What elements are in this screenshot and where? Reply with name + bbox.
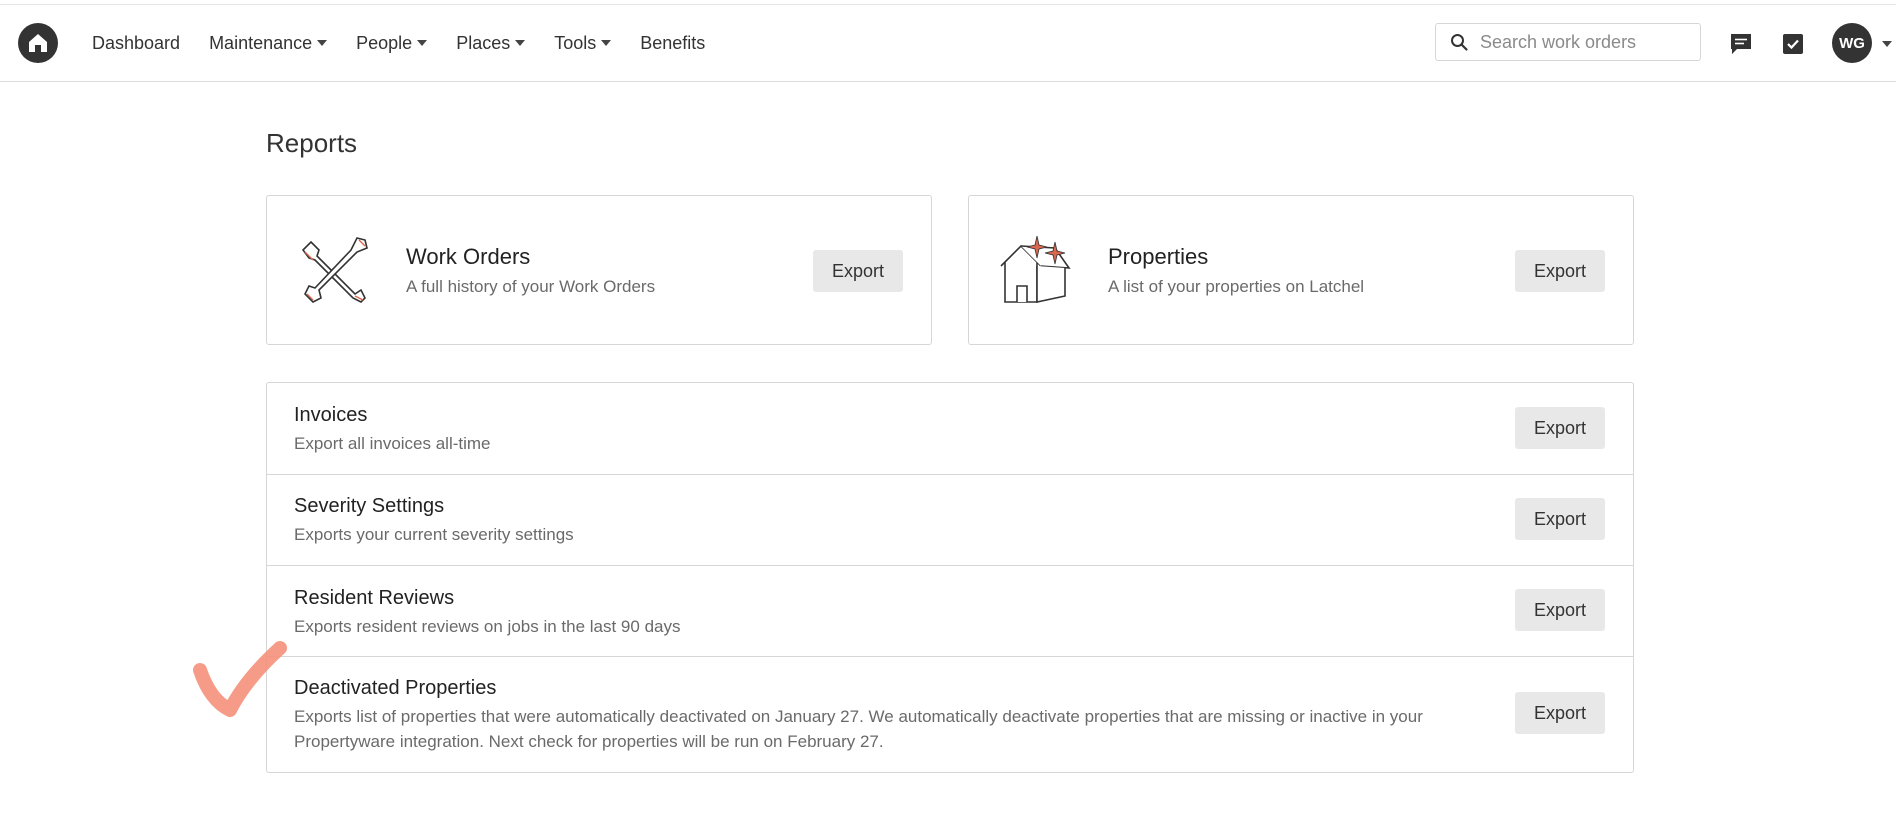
nav-maintenance[interactable]: Maintenance bbox=[209, 32, 328, 54]
nav-maintenance-label: Maintenance bbox=[209, 32, 313, 53]
nav-tools[interactable]: Tools bbox=[554, 32, 612, 54]
list-item-deactivated-properties: Deactivated Properties Exports list of p… bbox=[267, 656, 1633, 772]
chevron-down-icon bbox=[417, 40, 428, 46]
chevron-down-icon bbox=[601, 40, 612, 46]
nav-people[interactable]: People bbox=[356, 32, 428, 54]
card-title: Work Orders bbox=[406, 244, 531, 269]
report-card-work-orders: Work Orders A full history of your Work … bbox=[266, 195, 932, 345]
checkbox-icon[interactable] bbox=[1781, 32, 1805, 56]
tools-icon bbox=[301, 237, 368, 303]
reports-list: Invoices Export all invoices all-time Ex… bbox=[266, 382, 1634, 773]
nav-dashboard[interactable]: Dashboard bbox=[92, 33, 180, 54]
list-item-title: Invoices bbox=[294, 404, 368, 426]
list-item-description: Export all invoices all-time bbox=[294, 434, 491, 453]
list-item-title: Deactivated Properties bbox=[294, 677, 497, 699]
list-item-title: Severity Settings bbox=[294, 495, 445, 517]
card-description: A full history of your Work Orders bbox=[406, 277, 656, 296]
nav-dashboard-label: Dashboard bbox=[92, 32, 181, 53]
chevron-down-icon bbox=[317, 40, 328, 46]
avatar-initials: WG bbox=[1839, 34, 1865, 52]
home-logo-icon[interactable] bbox=[18, 23, 58, 63]
search-box bbox=[1435, 23, 1701, 61]
page-title: Reports bbox=[266, 128, 358, 158]
list-item-invoices: Invoices Export all invoices all-time Ex… bbox=[267, 383, 1633, 474]
search-input[interactable] bbox=[1478, 30, 1692, 54]
top-navbar: Dashboard Maintenance People Places Tool… bbox=[0, 5, 1896, 82]
card-title: Properties bbox=[1108, 244, 1209, 269]
list-item-description: Exports your current severity settings bbox=[294, 525, 574, 544]
export-work-orders-button[interactable]: Export bbox=[813, 250, 903, 292]
nav-tools-label: Tools bbox=[554, 32, 597, 53]
main-nav: Dashboard Maintenance People Places Tool… bbox=[92, 5, 705, 81]
chat-icon[interactable] bbox=[1729, 32, 1753, 56]
nav-places-label: Places bbox=[456, 32, 511, 53]
report-card-properties: Properties A list of your properties on … bbox=[968, 195, 1634, 345]
chevron-down-icon[interactable] bbox=[1882, 41, 1892, 47]
export-deactivated-properties-button[interactable]: Export bbox=[1515, 692, 1605, 734]
export-properties-button[interactable]: Export bbox=[1515, 250, 1605, 292]
nav-places[interactable]: Places bbox=[456, 32, 526, 54]
nav-benefits-label: Benefits bbox=[640, 32, 706, 53]
chevron-down-icon bbox=[515, 40, 526, 46]
house-sparkle-icon bbox=[1000, 235, 1071, 303]
list-item-severity-settings: Severity Settings Exports your current s… bbox=[267, 474, 1633, 565]
search-icon bbox=[1451, 34, 1468, 51]
export-severity-settings-button[interactable]: Export bbox=[1515, 498, 1605, 540]
nav-people-label: People bbox=[356, 32, 413, 53]
list-item-resident-reviews: Resident Reviews Exports resident review… bbox=[267, 565, 1633, 656]
export-resident-reviews-button[interactable]: Export bbox=[1515, 589, 1605, 631]
avatar[interactable]: WG bbox=[1832, 23, 1872, 63]
list-item-description: Exports resident reviews on jobs in the … bbox=[294, 617, 681, 636]
list-item-description: Exports list of properties that were aut… bbox=[294, 707, 1423, 751]
nav-benefits[interactable]: Benefits bbox=[640, 33, 705, 54]
export-invoices-button[interactable]: Export bbox=[1515, 407, 1605, 449]
list-item-title: Resident Reviews bbox=[294, 587, 455, 609]
card-description: A list of your properties on Latchel bbox=[1108, 277, 1365, 296]
